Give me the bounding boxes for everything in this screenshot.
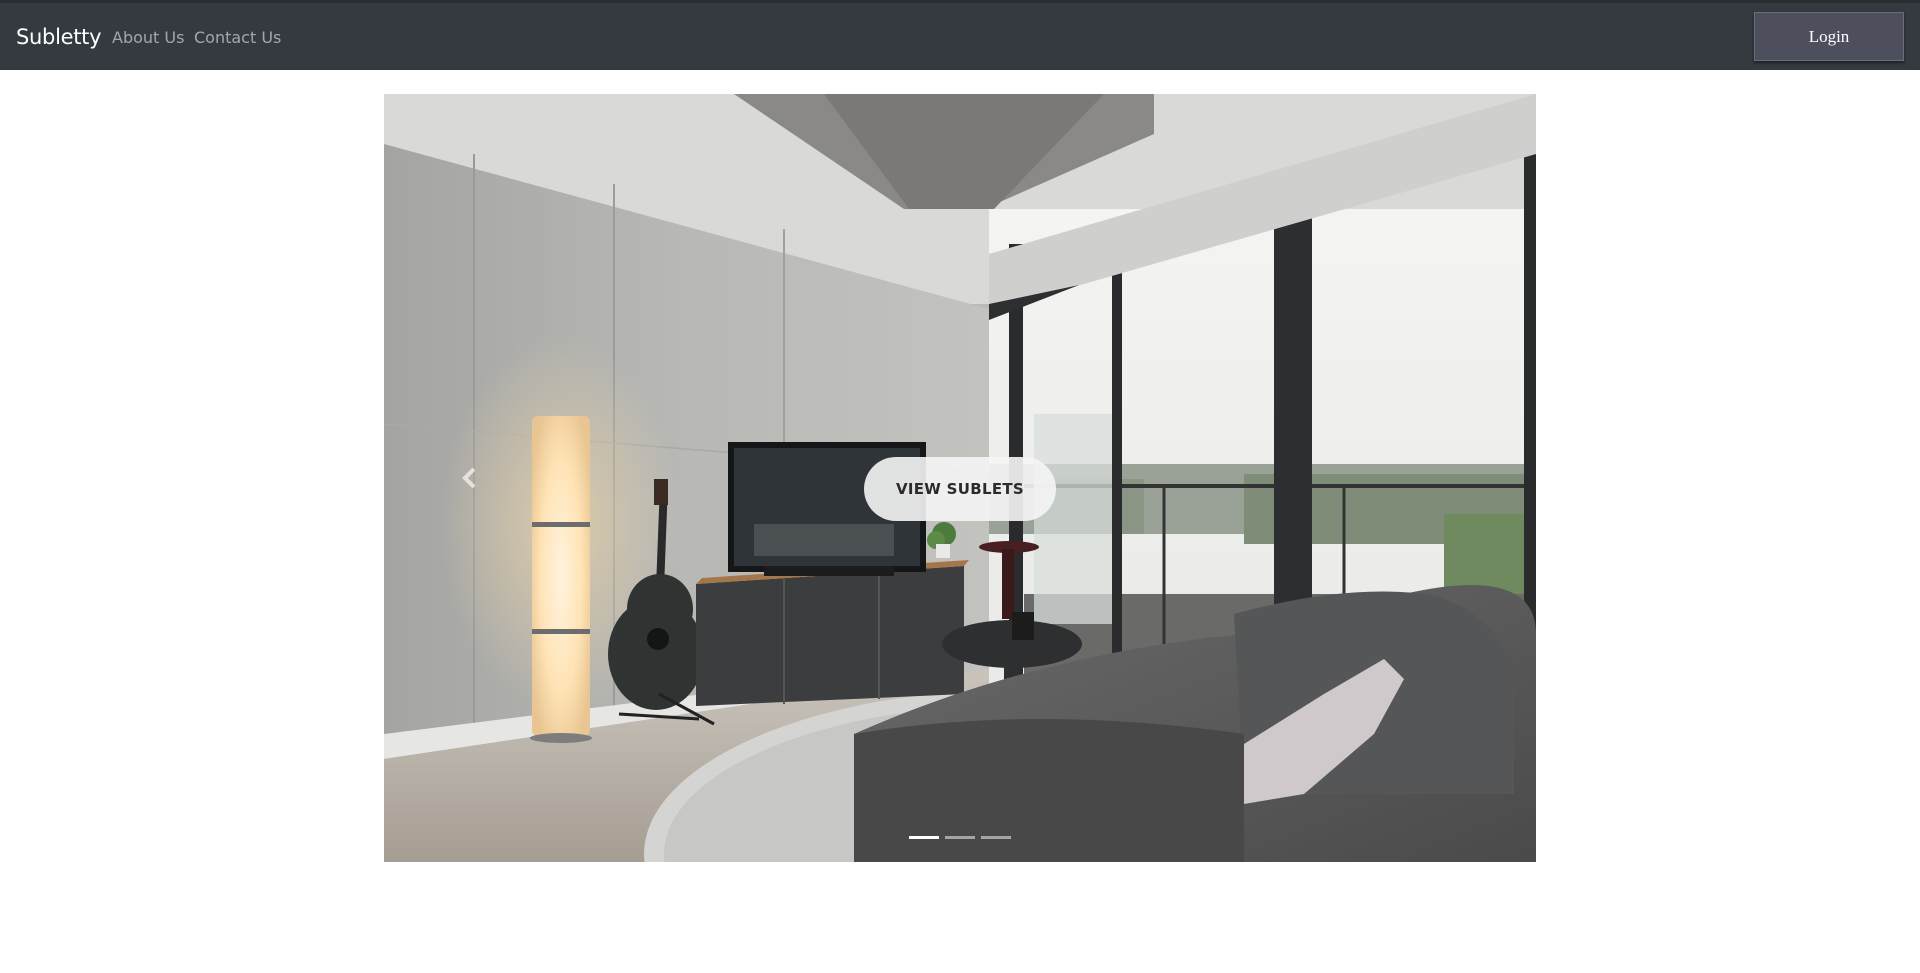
nav-link-contact-us[interactable]: Contact Us <box>194 28 281 47</box>
carousel-indicators <box>909 832 1019 842</box>
carousel-next-control[interactable] <box>1363 94 1536 862</box>
hero-carousel: VIEW SUBLETS <box>384 94 1536 862</box>
brand-logo[interactable]: Subletty <box>16 25 102 49</box>
view-sublets-button[interactable]: VIEW SUBLETS <box>864 457 1056 521</box>
carousel-indicator-2[interactable] <box>945 836 975 839</box>
chevron-left-icon <box>462 467 476 489</box>
login-button[interactable]: Login <box>1754 12 1904 61</box>
nav-link-about-us[interactable]: About Us <box>112 28 184 47</box>
carousel-prev-control[interactable] <box>384 94 557 862</box>
carousel-indicator-3[interactable] <box>981 836 1011 839</box>
carousel-indicator-1[interactable] <box>909 836 939 839</box>
navbar: Subletty About Us Contact Us Login <box>0 3 1920 70</box>
